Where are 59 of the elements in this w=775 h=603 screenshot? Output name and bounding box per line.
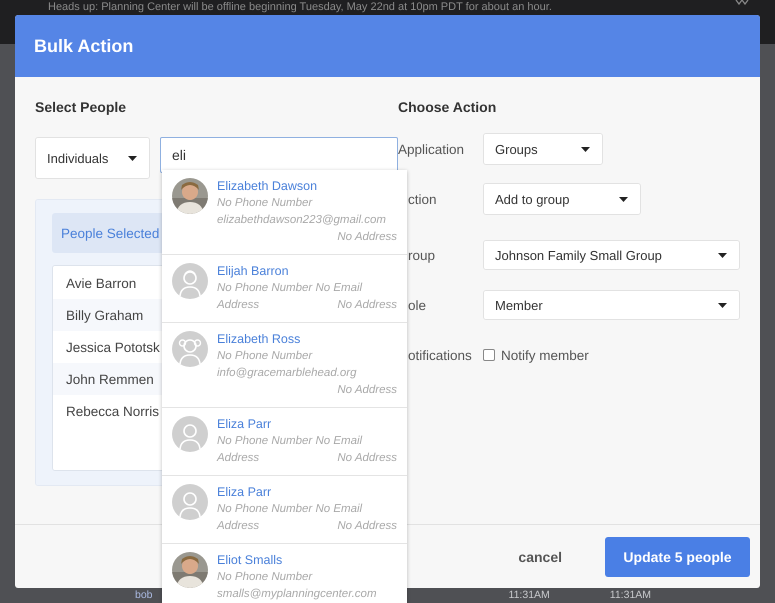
- field-label: ole: [407, 298, 428, 312]
- checkbox[interactable]: [483, 349, 495, 361]
- time-text: 11:31AM: [610, 589, 652, 602]
- contact-detail: Address: [217, 451, 260, 466]
- contact-detail: No Phone Number: [217, 196, 312, 211]
- section-heading: Select People: [35, 99, 128, 115]
- search-result[interactable]: Eliza Parr No Phone Number No Email Address No Address: [162, 476, 407, 544]
- field-label: roup: [407, 248, 436, 262]
- contact-detail: Address: [217, 519, 260, 534]
- search-result[interactable]: Elizabeth Ross No Phone Number info@gracemarblehead.org No Address: [162, 323, 407, 408]
- person-name-link[interactable]: Elijah Barron: [217, 263, 397, 280]
- search-result[interactable]: Elijah Barron No Phone Number No Email Address No Address: [162, 255, 407, 323]
- contact-detail: No Phone Number: [217, 570, 312, 585]
- contact-detail: No Phone Number No Email: [217, 434, 362, 449]
- dialog-title: Bulk Action: [34, 36, 134, 56]
- select-dropdown[interactable]: Member: [483, 290, 740, 320]
- person-name-link[interactable]: Elizabeth Ross: [217, 331, 397, 348]
- avatar-icon: [172, 331, 208, 367]
- select-dropdown[interactable]: Add to group: [483, 183, 641, 215]
- person-name: bob: [135, 589, 153, 602]
- announcement-text: Heads up: Planning Center will be offline beginning Tuesday, May 22nd at 10pm PDT for about an hour.: [48, 1, 552, 14]
- contact-detail: No Phone Number: [217, 349, 312, 364]
- avatar-icon: [172, 263, 208, 299]
- checkbox-label[interactable]: Notify member: [501, 348, 589, 362]
- time-text: 11:31AM: [508, 589, 550, 602]
- search-result[interactable]: Eliot Smalls No Phone Number smalls@myplanningcenter.com: [162, 544, 407, 603]
- caret-icon: [619, 196, 628, 202]
- update-button[interactable]: Update 5 people: [605, 536, 750, 576]
- field-label: ction: [407, 192, 438, 206]
- address-detail: No Address: [337, 383, 397, 398]
- contact-detail: No Phone Number No Email: [217, 502, 362, 517]
- caret-icon: [718, 302, 727, 308]
- cancel-button[interactable]: cancel: [518, 548, 562, 564]
- select-dropdown[interactable]: Johnson Family Small Group: [483, 240, 740, 270]
- contact-detail: smalls@myplanningcenter.com: [217, 587, 377, 602]
- address-detail: No Address: [337, 519, 397, 534]
- section-heading: Choose Action: [398, 99, 498, 115]
- search-field[interactable]: eli: [160, 137, 398, 173]
- search-result[interactable]: Eliza Parr No Phone Number No Email Address No Address: [162, 408, 407, 476]
- avatar-icon: [172, 416, 208, 452]
- address-detail: No Address: [337, 451, 397, 466]
- person-name-link[interactable]: Eliza Parr: [217, 484, 397, 501]
- person-name-link[interactable]: Elizabeth Dawson: [217, 178, 397, 195]
- contact-detail: Address: [217, 298, 260, 313]
- field-label: otifications: [407, 348, 473, 362]
- caret-icon: [128, 156, 137, 160]
- select-dropdown[interactable]: Individuals: [35, 137, 150, 179]
- select-dropdown[interactable]: Groups: [483, 133, 603, 165]
- caret-icon: [581, 146, 590, 152]
- avatar-icon: [172, 484, 208, 520]
- contact-detail: No Phone Number No Email: [217, 281, 362, 296]
- person-name-link[interactable]: Eliza Parr: [217, 416, 397, 433]
- field-label: Application: [398, 142, 466, 156]
- person-name-link[interactable]: Eliot Smalls: [217, 552, 397, 569]
- search-result[interactable]: Elizabeth Dawson No Phone Number elizabethdawson223@gmail.com No Address: [162, 170, 407, 255]
- address-detail: No Address: [337, 298, 397, 313]
- contact-detail: info@gracemarblehead.org: [217, 366, 357, 381]
- chevron-icon: [735, 0, 749, 5]
- caret-icon: [718, 252, 727, 258]
